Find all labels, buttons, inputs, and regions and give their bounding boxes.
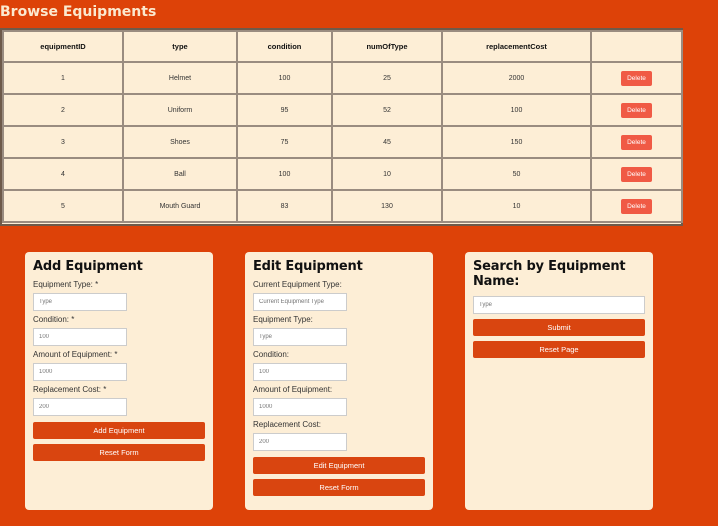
amount-label: Amount of Equipment: * <box>33 350 118 359</box>
reset-page-button[interactable]: Reset Page <box>473 341 645 358</box>
current-equipment-type-label: Current Equipment Type: <box>253 280 342 289</box>
edit-equipment-panel: Edit Equipment Current Equipment Type: E… <box>245 252 433 510</box>
cell-condition: 95 <box>236 93 333 127</box>
header-num-of-type: numOfType <box>331 30 443 63</box>
cell-type: Ball <box>122 157 238 191</box>
cell-equipment-id: 3 <box>2 125 124 159</box>
replacement-cost-label: Replacement Cost: * <box>33 385 107 394</box>
add-equipment-title: Add Equipment <box>33 259 143 274</box>
cell-condition: 100 <box>236 61 333 95</box>
delete-button[interactable]: Delete <box>621 198 652 214</box>
cell-replacement-cost: 150 <box>441 125 592 159</box>
cell-replacement-cost: 50 <box>441 157 592 191</box>
replacement-cost-label: Replacement Cost: <box>253 420 322 429</box>
edit-replacement-cost-input[interactable] <box>253 433 347 451</box>
search-input[interactable] <box>473 296 645 314</box>
cell-condition: 83 <box>236 189 333 223</box>
cell-replacement-cost: 10 <box>441 189 592 223</box>
cell-actions: Delete <box>590 61 683 95</box>
page-title: Browse Equipments <box>0 4 157 20</box>
header-equipment-id: equipmentID <box>2 30 124 63</box>
submit-button[interactable]: Submit <box>473 319 645 336</box>
cell-type: Mouth Guard <box>122 189 238 223</box>
add-condition-input[interactable] <box>33 328 127 346</box>
cell-type: Shoes <box>122 125 238 159</box>
search-panel: Search by Equipment Name: Submit Reset P… <box>465 252 653 510</box>
add-reset-form-button[interactable]: Reset Form <box>33 444 205 461</box>
equipment-table: equipmentID type condition numOfType rep… <box>0 28 683 226</box>
add-amount-input[interactable] <box>33 363 127 381</box>
amount-label: Amount of Equipment: <box>253 385 333 394</box>
cell-actions: Delete <box>590 93 683 127</box>
edit-equipment-button[interactable]: Edit Equipment <box>253 457 425 474</box>
table-row: 2 Uniform 95 52 100 Delete <box>2 93 683 127</box>
add-replacement-cost-input[interactable] <box>33 398 127 416</box>
condition-label: Condition: <box>253 350 290 359</box>
cell-actions: Delete <box>590 189 683 223</box>
cell-equipment-id: 1 <box>2 61 124 95</box>
table-row: 1 Helmet 100 25 2000 Delete <box>2 61 683 95</box>
cell-type: Uniform <box>122 93 238 127</box>
cell-condition: 100 <box>236 157 333 191</box>
edit-reset-form-button[interactable]: Reset Form <box>253 479 425 496</box>
cell-actions: Delete <box>590 125 683 159</box>
table-header-row: equipmentID type condition numOfType rep… <box>2 30 683 63</box>
cell-num-of-type: 45 <box>331 125 443 159</box>
edit-current-type-input[interactable] <box>253 293 347 311</box>
add-equipment-panel: Add Equipment Equipment Type: * Conditio… <box>25 252 213 510</box>
edit-equipment-title: Edit Equipment <box>253 259 363 274</box>
cell-replacement-cost: 100 <box>441 93 592 127</box>
equipment-type-label: Equipment Type: * <box>33 280 99 289</box>
equipment-type-label: Equipment Type: <box>253 315 313 324</box>
search-title: Search by Equipment Name: <box>473 259 626 289</box>
delete-button[interactable]: Delete <box>621 134 652 150</box>
add-equipment-type-input[interactable] <box>33 293 127 311</box>
table-row: 3 Shoes 75 45 150 Delete <box>2 125 683 159</box>
cell-type: Helmet <box>122 61 238 95</box>
cell-equipment-id: 5 <box>2 189 124 223</box>
cell-condition: 75 <box>236 125 333 159</box>
table-row: 5 Mouth Guard 83 130 10 Delete <box>2 189 683 223</box>
table-row: 4 Ball 100 10 50 Delete <box>2 157 683 191</box>
cell-equipment-id: 4 <box>2 157 124 191</box>
edit-equipment-type-input[interactable] <box>253 328 347 346</box>
cell-equipment-id: 2 <box>2 93 124 127</box>
cell-num-of-type: 25 <box>331 61 443 95</box>
cell-actions: Delete <box>590 157 683 191</box>
condition-label: Condition: * <box>33 315 75 324</box>
delete-button[interactable]: Delete <box>621 70 652 86</box>
cell-num-of-type: 130 <box>331 189 443 223</box>
cell-num-of-type: 52 <box>331 93 443 127</box>
header-replacement-cost: replacementCost <box>441 30 592 63</box>
edit-amount-input[interactable] <box>253 398 347 416</box>
delete-button[interactable]: Delete <box>621 102 652 118</box>
cell-replacement-cost: 2000 <box>441 61 592 95</box>
header-condition: condition <box>236 30 333 63</box>
header-actions <box>590 30 683 63</box>
delete-button[interactable]: Delete <box>621 166 652 182</box>
edit-condition-input[interactable] <box>253 363 347 381</box>
add-equipment-button[interactable]: Add Equipment <box>33 422 205 439</box>
header-type: type <box>122 30 238 63</box>
cell-num-of-type: 10 <box>331 157 443 191</box>
